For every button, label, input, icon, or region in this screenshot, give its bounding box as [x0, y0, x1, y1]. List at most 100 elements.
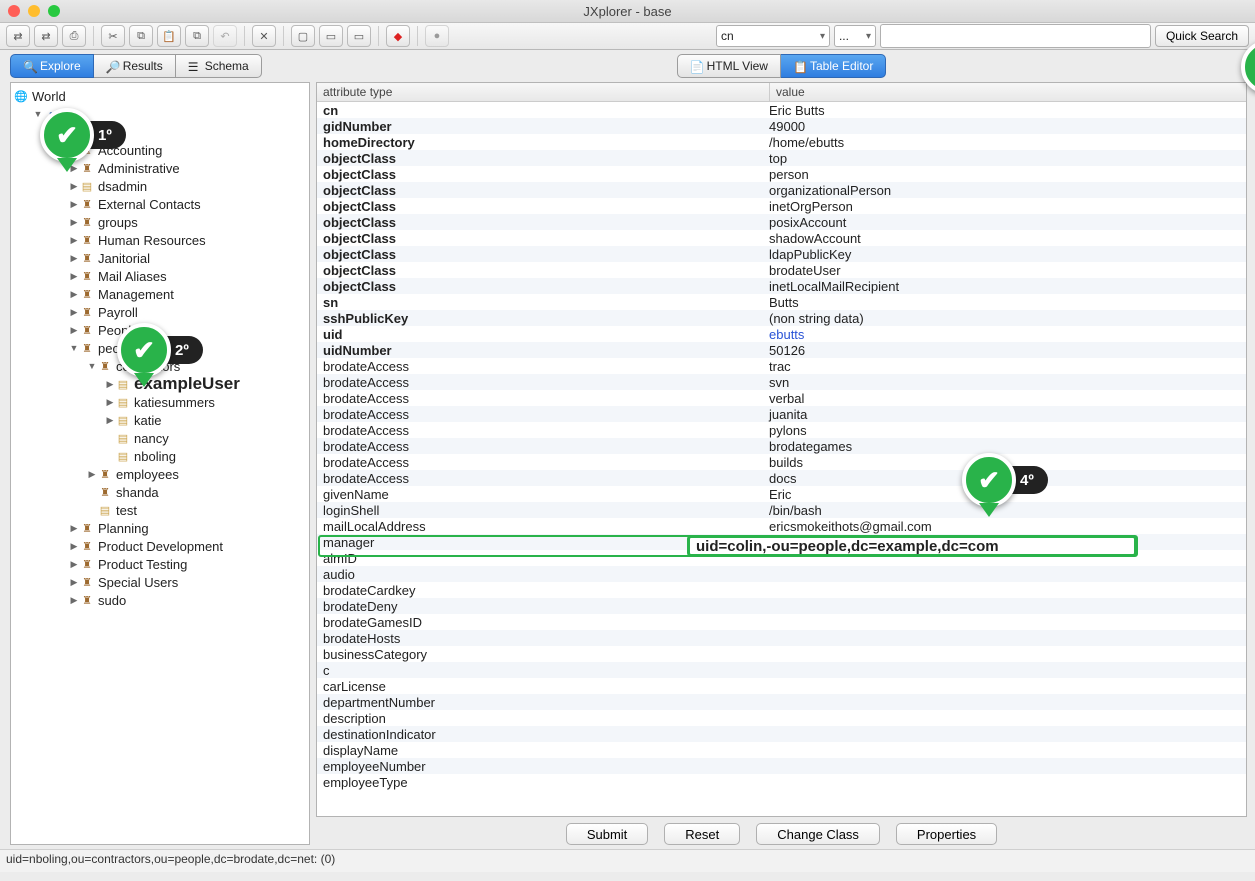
tree-node[interactable]: ▤test [11, 501, 309, 519]
table-row[interactable]: brodateAccessdocs [317, 470, 1246, 486]
tree-node[interactable]: ▶♜groups [11, 213, 309, 231]
tab-schema[interactable]: ☰Schema [176, 54, 262, 78]
print-icon[interactable]: ⎙ [62, 25, 86, 47]
tree-view[interactable]: 🌐 World ▼•▼♜▶♜Accounting▶♜Administrative… [10, 82, 310, 845]
properties-button[interactable]: Properties [896, 823, 997, 845]
attr-value[interactable]: ebutts [763, 327, 1246, 342]
tree-node[interactable]: ▶♜Human Resources [11, 231, 309, 249]
tree-node[interactable]: ▶♜Special Users [11, 573, 309, 591]
disclosure-closed-icon[interactable]: ▶ [69, 307, 79, 318]
tree-node[interactable]: ▤nboling [11, 447, 309, 465]
quick-search-button[interactable]: Quick Search [1155, 25, 1249, 47]
undo-icon[interactable]: ↶ [213, 25, 237, 47]
tree-node[interactable]: ▶♜Management [11, 285, 309, 303]
disclosure-closed-icon[interactable]: ▶ [87, 469, 97, 480]
table-row[interactable]: audio [317, 566, 1246, 582]
table-row[interactable]: brodateAccesssvn [317, 374, 1246, 390]
disclosure-closed-icon[interactable]: ▶ [69, 523, 79, 534]
attr-value[interactable]: trac [763, 359, 1246, 374]
submit-button[interactable]: Submit [566, 823, 648, 845]
table-row[interactable]: brodateCardkey [317, 582, 1246, 598]
tree-node[interactable]: ▤nancy [11, 429, 309, 447]
attr-value[interactable]: brodateUser [763, 263, 1246, 278]
attr-value[interactable]: organizationalPerson [763, 183, 1246, 198]
copy-icon[interactable]: ⧉ [129, 25, 153, 47]
minimize-window-button[interactable] [28, 5, 40, 17]
attr-value[interactable]: 49000 [763, 119, 1246, 134]
table-body[interactable]: cnEric ButtsgidNumber49000homeDirectory/… [317, 102, 1246, 816]
tree-node[interactable]: ▶♜Payroll [11, 303, 309, 321]
attr-value[interactable]: posixAccount [763, 215, 1246, 230]
attr-value[interactable]: top [763, 151, 1246, 166]
attr-value[interactable]: /home/ebutts [763, 135, 1246, 150]
paste-icon[interactable]: 📋 [157, 25, 181, 47]
attr-value[interactable]: juanita [763, 407, 1246, 422]
table-row[interactable]: objectClassinetLocalMailRecipient [317, 278, 1246, 294]
paste-alias-icon[interactable]: ⧉ [185, 25, 209, 47]
attr-value[interactable]: inetLocalMailRecipient [763, 279, 1246, 294]
attr-value[interactable]: (non string data) [763, 311, 1246, 326]
table-row[interactable]: objectClassorganizationalPerson [317, 182, 1246, 198]
disclosure-closed-icon[interactable]: ▶ [69, 559, 79, 570]
disclosure-closed-icon[interactable]: ▶ [69, 199, 79, 210]
tab-explore[interactable]: 🔍Explore [10, 54, 94, 78]
disclosure-closed-icon[interactable]: ▶ [69, 595, 79, 606]
new-window-icon[interactable]: ▢ [291, 25, 315, 47]
disclosure-open-icon[interactable]: ▼ [87, 361, 97, 371]
tab-table-editor[interactable]: 📋Table Editor [781, 54, 886, 78]
disclosure-closed-icon[interactable]: ▶ [69, 217, 79, 228]
disclosure-closed-icon[interactable]: ▶ [69, 253, 79, 264]
disclosure-closed-icon[interactable]: ▶ [69, 289, 79, 300]
disclosure-open-icon[interactable]: ▼ [69, 343, 79, 353]
disclosure-closed-icon[interactable]: ▶ [69, 271, 79, 282]
table-row[interactable]: cnEric Butts [317, 102, 1246, 118]
table-row[interactable]: sshPublicKey(non string data) [317, 310, 1246, 326]
stop-icon[interactable]: ● [425, 25, 449, 47]
reset-button[interactable]: Reset [664, 823, 740, 845]
attr-value[interactable]: ldapPublicKey [763, 247, 1246, 262]
table-row[interactable]: employeeNumber [317, 758, 1246, 774]
table-row[interactable]: brodateAccesstrac [317, 358, 1246, 374]
table-row[interactable]: displayName [317, 742, 1246, 758]
table-row[interactable]: homeDirectory/home/ebutts [317, 134, 1246, 150]
attr-value[interactable]: svn [763, 375, 1246, 390]
table-row[interactable]: brodateDeny [317, 598, 1246, 614]
table-row[interactable]: loginShell/bin/bash [317, 502, 1246, 518]
tab-results[interactable]: 🔎Results [94, 54, 176, 78]
search-attribute-combo[interactable]: cn ▾ [716, 25, 830, 47]
table-row[interactable]: brodateAccessbrodategames [317, 438, 1246, 454]
tree-node[interactable]: ▶♜sudo [11, 591, 309, 609]
tree-node[interactable]: ▶▤katiesummers [11, 393, 309, 411]
attr-value[interactable]: brodategames [763, 439, 1246, 454]
tree-node[interactable]: ▶♜Product Development [11, 537, 309, 555]
tree-node[interactable]: ▶♜Product Testing [11, 555, 309, 573]
search-input[interactable] [880, 24, 1151, 48]
table-row[interactable]: gidNumber49000 [317, 118, 1246, 134]
table-row[interactable]: objectClassperson [317, 166, 1246, 182]
header-attribute[interactable]: attribute type [317, 83, 770, 101]
table-row[interactable]: brodateGamesID [317, 614, 1246, 630]
change-class-button[interactable]: Change Class [756, 823, 880, 845]
attr-value[interactable]: verbal [763, 391, 1246, 406]
attr-value[interactable]: shadowAccount [763, 231, 1246, 246]
table-row[interactable]: uidebutts [317, 326, 1246, 342]
table-row[interactable]: destinationIndicator [317, 726, 1246, 742]
disclosure-closed-icon[interactable]: ▶ [69, 577, 79, 588]
zoom-window-button[interactable] [48, 5, 60, 17]
table-row[interactable]: departmentNumber [317, 694, 1246, 710]
disclosure-closed-icon[interactable]: ▶ [69, 181, 79, 192]
close-window-button[interactable] [8, 5, 20, 17]
tree-node[interactable]: ▶▤exampleUser [11, 375, 309, 393]
table-row[interactable]: objectClassldapPublicKey [317, 246, 1246, 262]
table-row[interactable]: c [317, 662, 1246, 678]
tree-node[interactable]: ▶▤dsadmin [11, 177, 309, 195]
table-row[interactable]: brodateAccessbuilds [317, 454, 1246, 470]
table-row[interactable]: businessCategory [317, 646, 1246, 662]
table-row[interactable]: brodateHosts [317, 630, 1246, 646]
disclosure-closed-icon[interactable]: ▶ [105, 379, 115, 390]
cut-icon[interactable]: ✂ [101, 25, 125, 47]
tree-node[interactable]: ▶♜Mail Aliases [11, 267, 309, 285]
tree-node[interactable]: ▶▤katie [11, 411, 309, 429]
table-row[interactable]: brodateAccessverbal [317, 390, 1246, 406]
search-op-combo[interactable]: ... ▾ [834, 25, 876, 47]
